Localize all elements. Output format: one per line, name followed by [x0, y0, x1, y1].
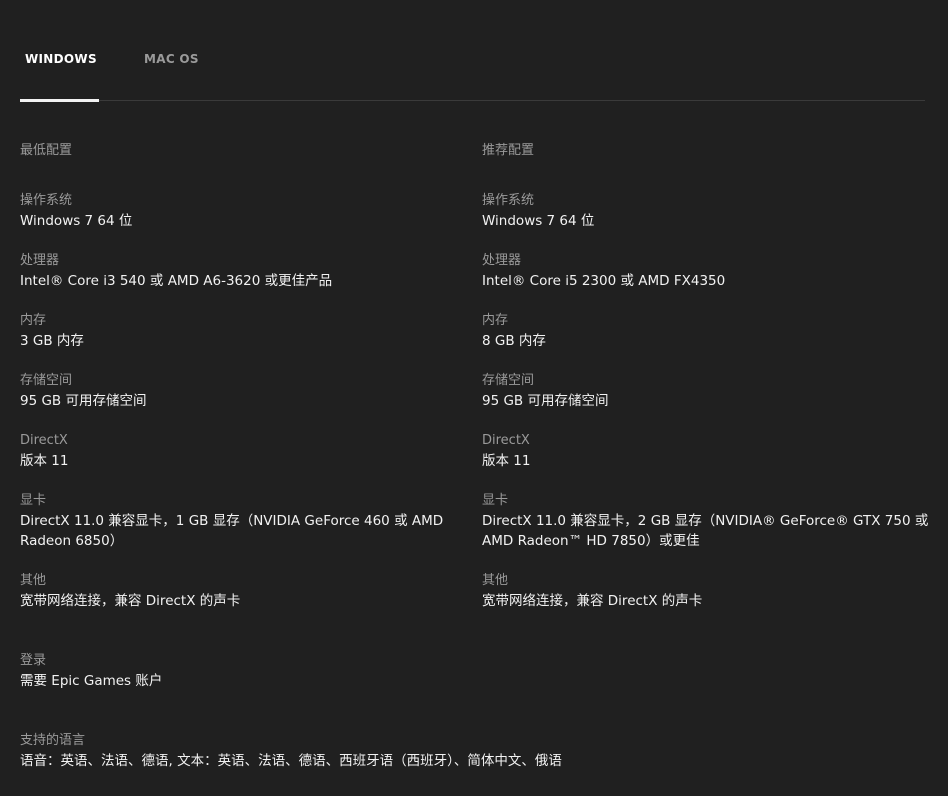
spec-value: 宽带网络连接，兼容 DirectX 的声卡 [20, 593, 241, 609]
login-value: 需要 Epic Games 账户 [20, 673, 163, 689]
spec-label: 存储空间 [482, 373, 535, 388]
supported-languages: 支持的语言 语音：英语、法语、德语, 文本：英语、法语、德语、西班牙语（西班牙）… [20, 731, 925, 771]
rec-spec-graphics: 显卡 DirectX 11.0 兼容显卡，2 GB 显存（NVIDIA® GeF… [482, 491, 932, 571]
spec-label: 存储空间 [20, 373, 73, 388]
spec-value: Intel® Core i5 2300 或 AMD FX4350 [482, 273, 726, 289]
spec-value: 3 GB 内存 [20, 333, 84, 349]
spec-value: Windows 7 64 位 [482, 213, 595, 229]
spec-value: 95 GB 可用存储空间 [20, 393, 147, 409]
spec-label: 操作系统 [482, 193, 535, 208]
min-spec-storage: 存储空间 95 GB 可用存储空间 [20, 371, 470, 431]
spec-value: 版本 11 [20, 453, 69, 469]
min-spec-memory: 内存 3 GB 内存 [20, 311, 470, 371]
spec-label: 处理器 [482, 253, 522, 268]
min-spec-os: 操作系统 Windows 7 64 位 [20, 191, 470, 251]
spec-label: DirectX [20, 433, 68, 448]
spec-label: 显卡 [20, 493, 47, 508]
min-spec-graphics: 显卡 DirectX 11.0 兼容显卡，1 GB 显存（NVIDIA GeFo… [20, 491, 470, 571]
languages-value: 语音：英语、法语、德语, 文本：英语、法语、德语、西班牙语（西班牙）、简体中文、… [20, 753, 562, 769]
active-tab-indicator [20, 99, 99, 102]
spec-value: Windows 7 64 位 [20, 213, 133, 229]
login-label: 登录 [20, 653, 47, 668]
spec-label: 其他 [20, 573, 47, 588]
rec-spec-memory: 内存 8 GB 内存 [482, 311, 932, 371]
rec-spec-directx: DirectX 版本 11 [482, 431, 932, 491]
rec-spec-other: 其他 宽带网络连接，兼容 DirectX 的声卡 [482, 571, 932, 631]
recommended-requirements: 推荐配置 操作系统 Windows 7 64 位 处理器 Intel® Core… [482, 141, 932, 631]
tab-windows[interactable]: WINDOWS [25, 52, 97, 66]
spec-value: DirectX 11.0 兼容显卡，1 GB 显存（NVIDIA GeForce… [20, 513, 444, 549]
spec-label: DirectX [482, 433, 530, 448]
spec-value: 95 GB 可用存储空间 [482, 393, 609, 409]
spec-value: Intel® Core i3 540 或 AMD A6-3620 或更佳产品 [20, 273, 333, 289]
minimum-requirements: 最低配置 操作系统 Windows 7 64 位 处理器 Intel® Core… [20, 141, 470, 631]
spec-label: 内存 [20, 313, 47, 328]
min-spec-other: 其他 宽带网络连接，兼容 DirectX 的声卡 [20, 571, 470, 631]
min-spec-directx: DirectX 版本 11 [20, 431, 470, 491]
rec-spec-processor: 处理器 Intel® Core i5 2300 或 AMD FX4350 [482, 251, 932, 311]
spec-value: 版本 11 [482, 453, 531, 469]
platform-tabs: WINDOWS MAC OS [20, 0, 925, 102]
minimum-title: 最低配置 [20, 143, 73, 158]
spec-value: 8 GB 内存 [482, 333, 546, 349]
spec-label: 操作系统 [20, 193, 73, 208]
recommended-title: 推荐配置 [482, 143, 535, 158]
spec-value: 宽带网络连接，兼容 DirectX 的声卡 [482, 593, 703, 609]
rec-spec-storage: 存储空间 95 GB 可用存储空间 [482, 371, 932, 431]
min-spec-processor: 处理器 Intel® Core i3 540 或 AMD A6-3620 或更佳… [20, 251, 470, 311]
spec-label: 内存 [482, 313, 509, 328]
spec-label: 显卡 [482, 493, 509, 508]
login-requirement: 登录 需要 Epic Games 账户 [20, 651, 925, 691]
spec-value: DirectX 11.0 兼容显卡，2 GB 显存（NVIDIA® GeForc… [482, 513, 929, 549]
languages-label: 支持的语言 [20, 733, 86, 748]
spec-label: 处理器 [20, 253, 60, 268]
rec-spec-os: 操作系统 Windows 7 64 位 [482, 191, 932, 251]
tab-mac-os[interactable]: MAC OS [144, 52, 199, 66]
spec-label: 其他 [482, 573, 509, 588]
